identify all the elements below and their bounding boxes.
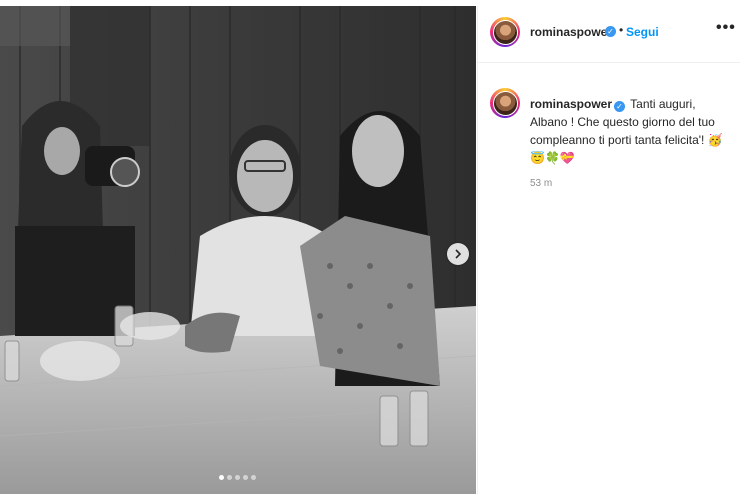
verified-badge-icon: ✓ (614, 101, 626, 112)
post-sidebar: rominaspower ✓ • Segui ••• rominaspower ✓… (477, 6, 740, 494)
carousel-dot (235, 475, 240, 480)
caption: rominaspower ✓ Tanti auguri, Albano ! Che… (530, 95, 735, 167)
carousel-indicator (219, 475, 256, 480)
follow-button[interactable]: Segui (626, 25, 659, 39)
header-username[interactable]: rominaspower (530, 25, 612, 39)
instagram-post: rominaspower ✓ • Segui ••• rominaspower ✓… (0, 0, 740, 500)
next-slide-button[interactable] (447, 243, 469, 265)
carousel-dot (227, 475, 232, 480)
avatar-image (492, 19, 518, 45)
caption-avatar[interactable] (490, 88, 520, 118)
vintage-photo-illustration (0, 6, 476, 494)
more-options-icon[interactable]: ••• (716, 19, 736, 37)
carousel-dot (251, 475, 256, 480)
carousel-dot (219, 475, 224, 480)
avatar[interactable] (490, 17, 520, 47)
post-header: rominaspower ✓ • Segui ••• (478, 6, 740, 63)
post-photo[interactable] (0, 6, 476, 494)
chevron-right-icon (455, 249, 462, 259)
separator: • (619, 23, 624, 37)
caption-username[interactable]: rominaspower (530, 97, 612, 111)
avatar-image (492, 90, 518, 116)
verified-badge-icon: ✓ (605, 26, 616, 37)
post-time[interactable]: 53 m (530, 178, 552, 189)
carousel-dot (243, 475, 248, 480)
